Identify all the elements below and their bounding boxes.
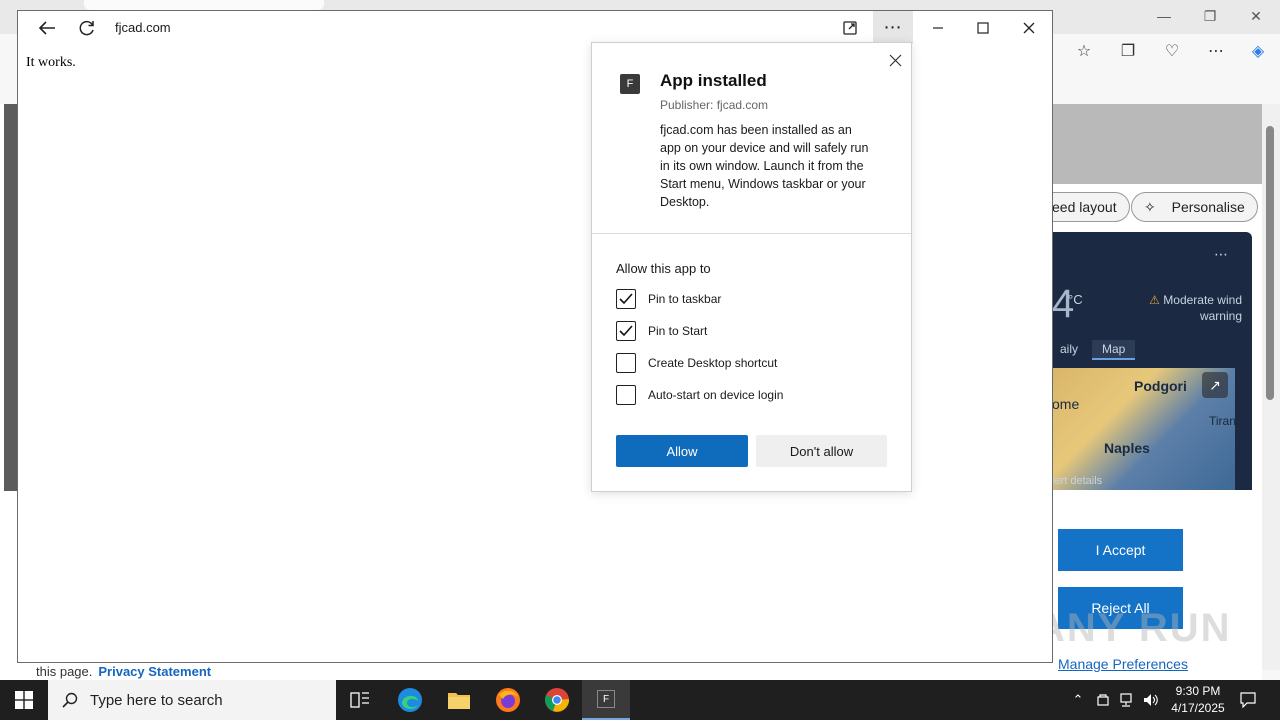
chevron-up-icon[interactable]: ⌃ [1068,680,1088,720]
background-tab[interactable] [84,0,324,10]
clock-time: 9:30 PM [1175,684,1221,698]
map-city-label: Naples [1104,440,1150,456]
restore-icon[interactable]: ❐ [1198,6,1222,26]
option-auto-start[interactable]: Auto-start on device login [616,384,783,406]
firefox-icon[interactable] [484,680,532,720]
map-city-label: Tiran [1209,414,1236,428]
option-label: Create Desktop shortcut [648,356,778,370]
option-create-desktop-shortcut[interactable]: Create Desktop shortcut [616,352,777,374]
back-arrow-icon[interactable] [32,11,62,44]
flyout-title: App installed [660,71,767,90]
option-pin-to-taskbar[interactable]: Pin to taskbar [616,288,721,310]
weather-card: ⋯ 4 °C ⚠ Moderate wind warning aily Map … [1052,232,1252,490]
map-city-label: ome [1052,396,1080,412]
copilot-icon[interactable]: ◈ [1244,38,1272,66]
weather-tab-daily[interactable]: aily [1052,340,1088,358]
warning-icon: ⚠ [1149,293,1160,307]
allow-heading: Allow this app to [616,261,711,276]
checkbox-pin-to-start[interactable] [616,321,636,341]
minimize-icon[interactable] [923,11,953,44]
weather-map[interactable]: Podgori Naples ome Tiran ↗ lert details [1052,368,1236,490]
app-icon: F [620,74,640,94]
feed-layout-label: eed layout [1052,199,1117,215]
privacy-text: this page. Privacy Statement [36,664,211,679]
start-button[interactable] [0,680,48,720]
close-icon[interactable]: ✕ [1244,6,1268,26]
app-titlebar: fjcad.com ⋯ [18,11,1052,44]
option-label: Auto-start on device login [648,388,784,402]
taskbar-search[interactable]: Type here to search [48,680,336,720]
browser-essentials-icon[interactable]: ♡ [1158,38,1186,66]
minimize-icon[interactable]: — [1152,6,1176,26]
more-menu-icon[interactable]: ⋯ [1202,38,1230,66]
network-icon[interactable] [1115,680,1137,720]
page-text: It works. [26,55,76,70]
option-pin-to-start[interactable]: Pin to Start [616,320,707,342]
privacy-statement-link[interactable]: Privacy Statement [98,664,211,679]
allow-button[interactable]: Allow [616,435,748,467]
taskbar: Type here to search F ⌃ 9:30 PM 4/17/202… [0,680,1280,720]
weather-tab-map[interactable]: Map [1092,340,1136,360]
app-url: fjcad.com [115,20,171,35]
collections-icon[interactable]: ❐ [1114,38,1142,66]
privacy-prefix: this page. [36,664,93,679]
weather-warning-text: Moderate wind warning [1163,293,1242,323]
taskbar-clock[interactable]: 9:30 PM 4/17/2025 [1160,683,1236,717]
scrollbar-thumb[interactable] [1266,126,1274,400]
alert-details-link[interactable]: lert details [1052,475,1102,487]
flyout-publisher: Publisher: fjcad.com [660,98,769,112]
refresh-icon[interactable] [72,11,102,44]
favorites-star-icon[interactable]: ☆ [1070,38,1098,66]
close-icon[interactable] [884,49,906,71]
task-view-icon[interactable] [336,680,384,720]
open-in-browser-icon[interactable] [836,11,864,44]
cookie-accept-button[interactable]: I Accept [1058,529,1183,571]
checkbox-auto-start[interactable] [616,385,636,405]
background-left-strip [4,104,18,491]
background-hero-banner [1052,104,1262,184]
checkbox-create-desktop-shortcut[interactable] [616,353,636,373]
divider [592,233,911,234]
app-letter: F [597,690,615,708]
notifications-icon[interactable] [1236,680,1260,720]
file-explorer-icon[interactable] [435,680,483,720]
security-icon[interactable] [1092,680,1114,720]
personalise-label: Personalise [1171,199,1245,215]
sparkle-icon: ✧ [1144,199,1156,215]
settings-more-icon[interactable]: ⋯ [873,11,913,44]
dont-allow-button[interactable]: Don't allow [756,435,887,467]
weather-unit: °C [1068,292,1083,307]
watermark-logo: ANY RUN [1036,606,1232,650]
checkbox-pin-to-taskbar[interactable] [616,289,636,309]
app-installed-flyout: F App installed Publisher: fjcad.com fjc… [591,42,912,492]
manage-preferences-link[interactable]: Manage Preferences [1058,656,1188,672]
flyout-description: fjcad.com has been installed as an app o… [660,123,869,209]
background-scrollbar[interactable] [1262,104,1280,670]
weather-warning[interactable]: ⚠ Moderate wind warning [1122,292,1242,324]
option-label: Pin to taskbar [648,292,722,306]
expand-map-icon[interactable]: ↗ [1202,372,1228,398]
maximize-icon[interactable] [968,11,998,44]
clock-date: 4/17/2025 [1171,701,1225,715]
close-icon[interactable] [1014,11,1044,44]
chrome-icon[interactable] [533,680,581,720]
volume-icon[interactable] [1140,680,1162,720]
map-city-label: Podgori [1134,378,1187,394]
search-placeholder: Type here to search [90,691,223,709]
personalise-button[interactable]: ✧ Personalise [1131,192,1258,222]
feed-layout-button[interactable]: eed layout [1040,192,1130,222]
windows-logo-icon [15,691,33,709]
search-icon [62,692,78,708]
option-label: Pin to Start [648,324,708,338]
fjcad-app-taskbar-icon[interactable]: F [582,680,630,720]
edge-browser-icon[interactable] [386,680,434,720]
weather-more-icon[interactable]: ⋯ [1214,246,1228,263]
